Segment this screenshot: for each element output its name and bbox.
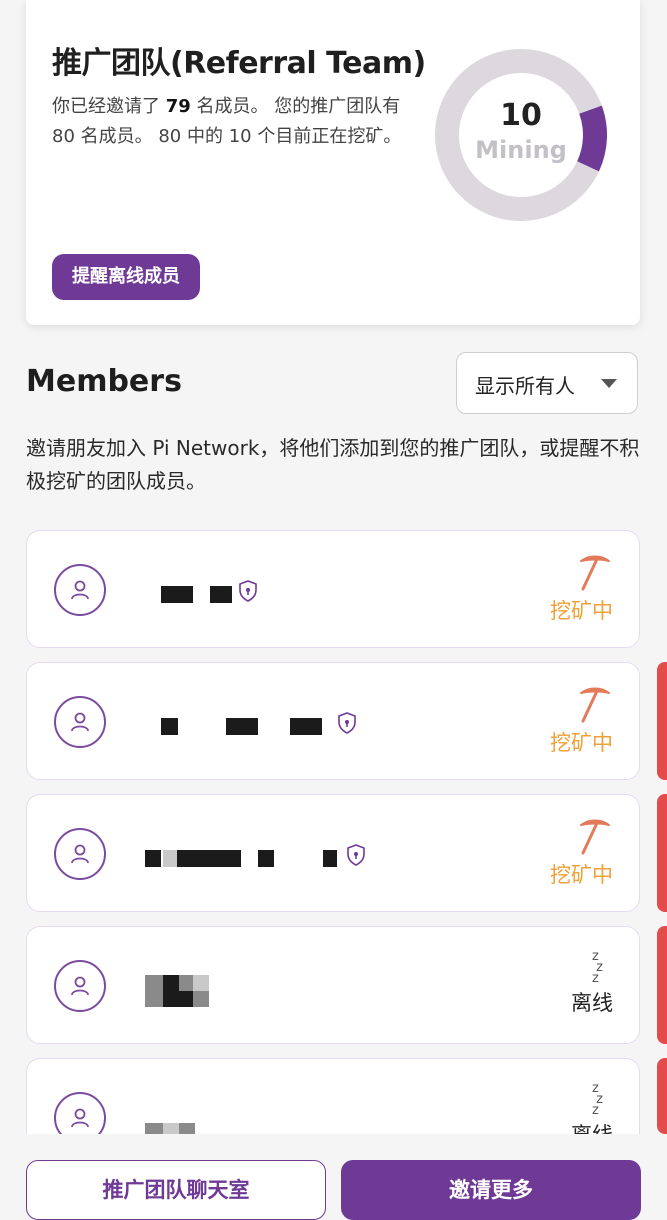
redacted-name [179,975,193,991]
shield-icon [338,712,356,734]
member-status: 挖矿中 [550,599,613,623]
user-icon [54,828,106,880]
redacted-name [193,991,209,1007]
filter-selected-value: 显示所有人 [475,374,575,398]
redacted-name [145,975,163,991]
redacted-name [179,991,193,1007]
member-row[interactable]: 挖矿中 [26,530,640,648]
sleep-icon: z zz [592,1081,603,1118]
user-icon [54,960,106,1012]
row-action-tab[interactable] [657,794,667,912]
donut-mining-arc [435,49,607,221]
shield-icon [239,580,257,602]
caret-down-icon [601,379,617,388]
team-desc-prefix: 你已经邀请了 [52,96,166,117]
team-chat-button[interactable]: 推广团队聊天室 [26,1160,326,1220]
donut-track [435,49,607,221]
remind-offline-button[interactable]: 提醒离线成员 [52,254,200,300]
mining-donut-chart [435,49,607,221]
user-icon [54,696,106,748]
member-row[interactable]: 挖矿中 [26,794,640,912]
sleep-icon: z zz [592,949,603,986]
redacted-name [161,586,193,603]
redacted-name [290,718,322,735]
member-row[interactable]: 挖矿中 [26,662,640,780]
member-status: 挖矿中 [550,731,613,755]
redacted-name [163,975,179,991]
invite-more-button[interactable]: 邀请更多 [341,1160,641,1220]
row-action-tab[interactable] [657,926,667,1044]
member-row[interactable]: z zz 离线 [26,926,640,1044]
member-status: 挖矿中 [550,863,613,887]
member-status: 离线 [571,991,613,1015]
mining-count: 10 [500,98,542,133]
user-icon [54,564,106,616]
redacted-name [258,850,274,867]
redacted-name [163,850,177,867]
redacted-name [210,586,232,603]
members-description: 邀请朋友加入 Pi Network，将他们添加到您的推广团队，或提醒不积极挖矿的… [26,436,640,493]
redacted-name [163,991,179,1007]
pickaxe-icon [580,687,610,723]
redacted-name [145,991,163,1007]
members-title: Members [26,364,182,399]
redacted-name [177,850,241,867]
redacted-name [145,850,161,867]
redacted-name [161,718,178,735]
mining-label: Mining [475,136,567,164]
shield-icon [347,844,365,866]
row-action-tab[interactable] [657,1058,667,1134]
redacted-name [323,850,337,867]
row-action-tab[interactable] [657,662,667,780]
redacted-name [193,975,209,991]
team-description: 你已经邀请了 79 名成员。 您的推广团队有 80 名成员。 80 中的 10 … [52,92,412,152]
pickaxe-icon [580,555,610,591]
team-title: 推广团队(Referral Team) [52,46,426,81]
pickaxe-icon [580,819,610,855]
referral-team-card: 推广团队(Referral Team) 你已经邀请了 79 名成员。 您的推广团… [26,0,640,325]
invited-count: 79 [165,96,191,117]
redacted-name [226,718,258,735]
member-filter-select[interactable]: 显示所有人 [456,352,638,414]
